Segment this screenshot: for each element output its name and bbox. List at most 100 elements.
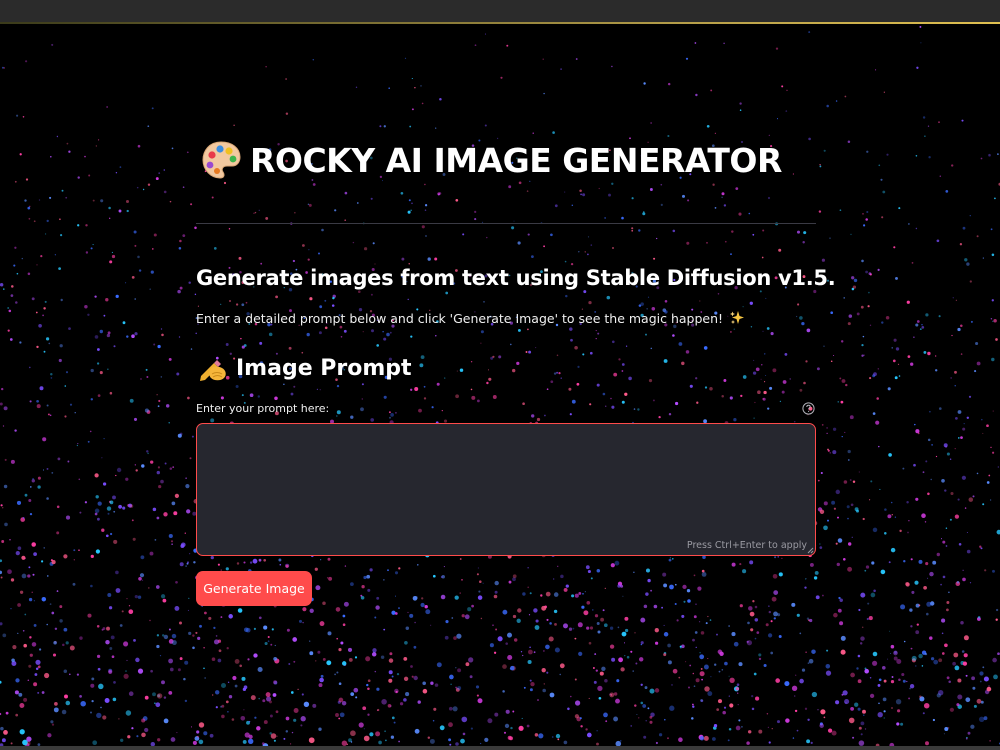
star-dot — [324, 326, 328, 330]
star-dot — [637, 408, 640, 411]
star-dot — [517, 241, 521, 245]
star-dot — [256, 726, 261, 731]
star-dot — [338, 717, 341, 720]
star-dot — [714, 207, 717, 209]
star-dot — [394, 411, 397, 414]
star-dot — [528, 614, 531, 616]
star-dot — [833, 612, 838, 618]
star-dot — [192, 740, 197, 745]
star-dot — [959, 243, 963, 246]
star-dot — [27, 206, 31, 210]
star-dot — [888, 561, 891, 564]
star-dot — [861, 354, 864, 357]
star-dot — [861, 343, 864, 347]
star-dot — [163, 190, 167, 194]
star-dot — [31, 591, 33, 593]
star-dot — [424, 209, 427, 211]
star-dot — [161, 680, 165, 685]
star-dot — [133, 417, 138, 421]
star-dot — [84, 155, 86, 158]
star-dot — [76, 673, 79, 676]
star-dot — [35, 659, 41, 665]
star-dot — [118, 718, 120, 720]
star-dot — [3, 288, 5, 290]
star-dot — [906, 300, 910, 304]
star-dot — [190, 726, 193, 728]
prompt-textarea[interactable] — [197, 424, 815, 555]
star-dot — [649, 688, 655, 694]
star-dot — [269, 714, 273, 718]
star-dot — [366, 683, 369, 687]
star-dot — [468, 657, 474, 663]
star-dot — [448, 722, 453, 728]
star-dot — [935, 355, 937, 357]
star-dot — [109, 391, 113, 395]
star-dot — [54, 627, 58, 631]
star-dot — [109, 647, 113, 650]
star-dot — [972, 495, 975, 498]
star-dot — [270, 733, 277, 739]
star-dot — [477, 567, 479, 569]
star-dot — [997, 652, 1000, 656]
star-dot — [593, 680, 597, 684]
star-dot — [530, 681, 535, 687]
star-dot — [476, 694, 479, 697]
star-dot — [50, 155, 52, 158]
star-dot — [915, 155, 918, 157]
star-dot — [835, 542, 838, 545]
star-dot — [182, 234, 186, 238]
star-dot — [25, 60, 28, 63]
star-dot — [298, 619, 303, 623]
star-dot — [450, 683, 452, 685]
star-dot — [42, 437, 47, 442]
generate-image-button[interactable]: Generate Image — [196, 571, 312, 606]
star-dot — [270, 643, 273, 646]
star-dot — [583, 290, 587, 294]
help-circle-icon[interactable] — [802, 402, 815, 415]
resize-handle-icon[interactable] — [807, 547, 814, 554]
star-dot — [791, 685, 798, 691]
star-dot — [101, 528, 105, 532]
star-dot — [424, 605, 428, 609]
star-dot — [69, 403, 73, 406]
star-dot — [115, 294, 119, 299]
star-dot — [543, 650, 545, 652]
star-dot — [420, 85, 422, 87]
star-dot — [700, 699, 704, 703]
star-dot — [370, 418, 375, 422]
star-dot — [903, 560, 906, 563]
star-dot — [643, 82, 646, 85]
star-dot — [338, 697, 344, 703]
star-dot — [41, 596, 47, 602]
star-dot — [898, 375, 901, 377]
star-dot — [106, 106, 108, 108]
star-dot — [338, 682, 342, 686]
star-dot — [837, 516, 839, 519]
star-dot — [404, 640, 408, 645]
star-dot — [850, 503, 854, 507]
star-dot — [147, 452, 149, 455]
star-dot — [957, 498, 960, 501]
star-dot — [477, 698, 483, 704]
star-dot — [393, 721, 396, 724]
star-dot — [513, 638, 518, 642]
star-dot — [11, 285, 14, 288]
star-dot — [706, 242, 708, 244]
star-dot — [748, 212, 751, 215]
star-dot — [850, 707, 854, 711]
star-dot — [869, 324, 872, 326]
star-dot — [476, 573, 479, 576]
star-dot — [96, 654, 101, 659]
star-dot — [960, 353, 963, 355]
star-dot — [103, 437, 105, 440]
star-dot — [624, 392, 628, 396]
star-dot — [869, 499, 871, 501]
star-dot — [174, 605, 180, 611]
star-dot — [137, 255, 140, 259]
star-dot — [927, 351, 931, 356]
star-dot — [147, 183, 151, 186]
star-dot — [105, 639, 110, 645]
star-dot — [156, 644, 160, 649]
star-dot — [168, 422, 170, 424]
star-dot — [96, 712, 102, 719]
